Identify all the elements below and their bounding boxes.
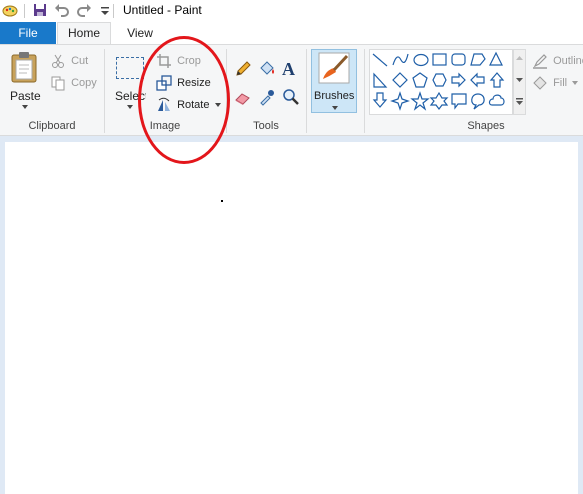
paste-button[interactable]: Paste [4,49,44,115]
rectangular-callout-shape-icon [451,93,467,110]
cut-label: Cut [71,55,89,67]
text-tool-icon[interactable]: A [282,59,295,80]
chevron-down-icon [127,105,133,109]
six-point-star-shape-icon [429,91,449,110]
workspace [0,136,583,494]
group-separator [306,49,307,133]
right-arrow-shape-icon [451,72,466,88]
clipboard-icon [11,52,37,83]
scissors-icon [52,54,64,69]
customize-quick-access-icon[interactable] [97,2,113,18]
redo-icon[interactable] [76,2,92,18]
brush-icon [318,52,350,84]
tools-group-label: Tools [253,120,279,132]
oval-shape-icon [413,53,429,67]
brushes-label: Brushes [314,90,355,102]
up-arrow-shape-icon [489,72,505,88]
canvas-dot [221,200,223,202]
copy-label: Copy [71,77,97,89]
chevron-down-icon [332,106,338,110]
tab-file[interactable]: File [0,22,56,44]
five-point-star-shape-icon [410,91,430,111]
polygon-shape-icon [470,53,486,66]
ribbon-tab-row: File Home View [0,22,583,44]
right-triangle-shape-icon [373,72,388,88]
chevron-down-icon [572,81,579,86]
shapes-gallery [369,49,513,115]
triangle-shape-icon [489,51,503,66]
expand-gallery-icon[interactable] [516,98,523,105]
outline-icon [533,54,547,69]
rounded-rectangle-shape-icon [451,53,466,66]
cut-button[interactable]: Cut [50,51,88,71]
line-shape-icon [372,53,388,67]
ribbon: Paste Cut Copy Clipboard Select Crop Res… [0,44,583,136]
four-point-star-shape-icon [390,91,410,111]
tab-home[interactable]: Home [57,22,111,44]
eraser-icon[interactable] [234,88,252,106]
window-title: Untitled - Paint [123,3,202,17]
paint-app-icon[interactable] [2,2,18,18]
save-icon[interactable] [32,2,48,18]
scroll-up-icon[interactable] [516,56,523,60]
scroll-down-icon[interactable] [516,78,523,82]
color-picker-icon[interactable] [258,88,276,106]
magnifier-icon[interactable] [282,88,300,106]
outline-label: Outline [553,55,583,67]
title-bar: Untitled - Paint [0,0,583,22]
chevron-down-icon [22,105,28,109]
oval-callout-shape-icon [471,93,485,110]
fill-icon [533,76,547,90]
outline-button[interactable]: Outline [532,51,583,71]
copy-button[interactable]: Copy [50,73,97,93]
cloud-callout-shape-icon [488,94,505,106]
copy-icon [51,76,65,91]
drawing-canvas[interactable] [5,142,578,494]
undo-icon[interactable] [54,2,70,18]
pencil-icon[interactable] [234,60,252,78]
shapes-group-label: Shapes [467,120,505,132]
divider [24,4,25,18]
annotation-circle [138,36,230,164]
diamond-shape-icon [392,72,408,88]
curve-shape-icon [392,53,409,66]
down-arrow-shape-icon [372,92,388,108]
shapes-icons [372,51,505,111]
rectangle-shape-icon [432,53,447,66]
left-arrow-shape-icon [470,72,485,88]
selection-rectangle-icon [116,57,144,79]
fill-button[interactable]: Fill [532,73,579,93]
fill-label: Fill [553,77,568,89]
brushes-button[interactable]: Brushes [311,49,357,113]
paste-label: Paste [10,89,41,103]
divider [113,4,114,18]
hexagon-shape-icon [432,73,447,87]
fill-bucket-icon[interactable] [258,60,276,78]
shapes-gallery-scrollbar[interactable] [513,49,526,115]
pentagon-shape-icon [412,72,428,88]
clipboard-group-label: Clipboard [28,120,76,132]
tab-view[interactable]: View [115,22,165,44]
